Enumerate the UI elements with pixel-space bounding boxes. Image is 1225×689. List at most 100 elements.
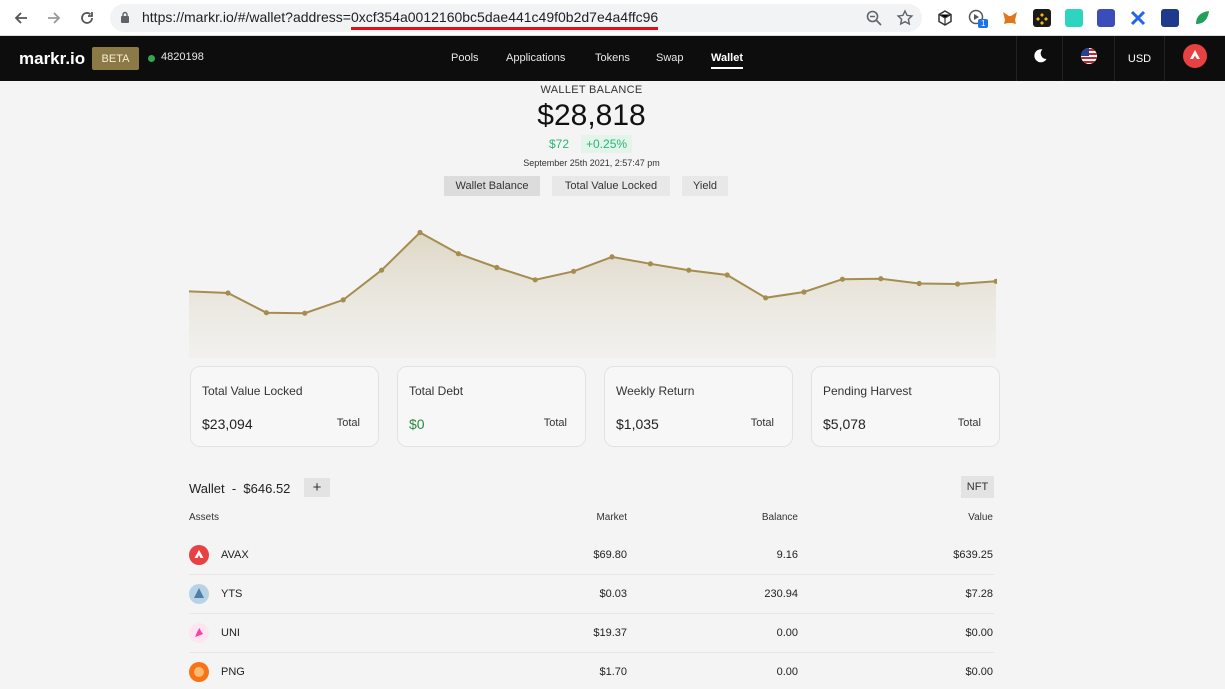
card-total-label: Total: [750, 417, 774, 429]
balance-timestamp: September 25th 2021, 2:57:47 pm: [523, 158, 660, 168]
chart-data-point[interactable]: [609, 254, 615, 260]
extension-cube-icon[interactable]: [936, 9, 954, 27]
asset-value: $639.25: [953, 549, 993, 561]
card-total-label: Total: [543, 417, 567, 429]
wallet-balance-value: $28,818: [537, 99, 646, 132]
currency-label: USD: [1127, 52, 1152, 65]
chart-data-point[interactable]: [340, 297, 346, 303]
chart-data-point[interactable]: [955, 281, 961, 287]
chart-data-point[interactable]: [916, 280, 922, 287]
card-value: $0: [409, 416, 425, 432]
column-header-value: Value: [968, 512, 993, 523]
chart-data-point[interactable]: [878, 276, 884, 282]
column-header-balance: Balance: [761, 512, 798, 523]
card-total-label: Total: [957, 417, 981, 429]
asset-value: $0.00: [965, 627, 993, 639]
card-pending-harvest: Pending Harvest $5,078 Total: [811, 366, 1000, 447]
nav-wallet[interactable]: Wallet: [711, 52, 743, 69]
chart-data-point[interactable]: [263, 310, 269, 316]
column-header-assets: Assets: [189, 512, 220, 523]
moon-icon: [1032, 48, 1048, 69]
asset-market: $19.37: [593, 627, 627, 639]
asset-name: AVAX: [221, 549, 249, 561]
url-wallet-address: 0xcf354a0012160bc5dae441c49f0b2d7e4a4ffc…: [350, 9, 659, 30]
nft-button[interactable]: NFT: [961, 476, 994, 498]
chart-data-point[interactable]: [417, 229, 423, 236]
nav-swap[interactable]: Swap: [656, 52, 684, 64]
chart-data-point[interactable]: [647, 261, 653, 267]
table-row[interactable]: AVAX $69.80 9.16 $639.25: [189, 536, 994, 575]
asset-name: PNG: [221, 666, 245, 678]
card-title: Total Debt: [409, 384, 464, 398]
chart-data-point[interactable]: [763, 295, 769, 301]
chart-data-point[interactable]: [494, 264, 500, 271]
yts-token-icon: [189, 584, 209, 604]
bookmark-star-icon[interactable]: [896, 9, 914, 27]
asset-market: $69.80: [593, 549, 627, 561]
chart-data-point[interactable]: [801, 289, 807, 295]
table-row[interactable]: YTS $0.03 230.94 $7.28: [189, 575, 994, 614]
binance-wallet-icon[interactable]: [1033, 9, 1051, 27]
chart-data-point[interactable]: [379, 267, 385, 273]
extension-fan-icon[interactable]: [1097, 9, 1115, 27]
url-text[interactable]: https://markr.io/#/wallet?address=0xcf35…: [142, 9, 659, 30]
nav-applications[interactable]: Applications: [506, 52, 565, 64]
back-arrow-icon[interactable]: [9, 6, 33, 30]
wallet-balance-label: WALLET BALANCE: [540, 84, 643, 96]
chart-data-point[interactable]: [225, 290, 231, 296]
address-bar[interactable]: https://markr.io/#/wallet?address=0xcf35…: [110, 4, 922, 32]
asset-value: $0.00: [965, 666, 993, 678]
tab-total-value-locked[interactable]: Total Value Locked: [552, 176, 670, 196]
chart-data-point[interactable]: [532, 277, 538, 283]
chart-data-point[interactable]: [571, 268, 577, 274]
chart-data-point[interactable]: [686, 267, 692, 273]
nav-tokens[interactable]: Tokens: [595, 52, 630, 64]
png-token-icon: [189, 662, 209, 682]
asset-name: UNI: [221, 627, 240, 639]
extension-cross-icon[interactable]: [1129, 9, 1147, 27]
column-header-market: Market: [596, 512, 627, 523]
lock-icon: [120, 11, 130, 29]
extension-grid-icon[interactable]: [1161, 9, 1179, 27]
card-title: Pending Harvest: [823, 384, 912, 398]
nav-pools[interactable]: Pools: [451, 52, 479, 64]
card-title: Weekly Return: [616, 384, 695, 398]
card-value: $1,035: [616, 416, 659, 432]
chart-data-point[interactable]: [455, 251, 461, 257]
asset-market: $1.70: [599, 666, 627, 678]
chart-data-point[interactable]: [724, 272, 730, 278]
asset-balance: 9.16: [776, 549, 798, 561]
url-prefix: https://markr.io/#/wallet?address=: [142, 9, 351, 25]
extension-leaf-icon[interactable]: [1193, 9, 1211, 27]
us-flag-icon: [1080, 47, 1098, 70]
block-number: 4820198: [161, 51, 204, 63]
reload-icon[interactable]: [75, 6, 99, 30]
dark-mode-toggle[interactable]: [1016, 36, 1062, 81]
card-value: $23,094: [202, 416, 253, 432]
extension-teal-icon[interactable]: [1065, 9, 1083, 27]
balance-change-percent: +0.25%: [581, 135, 633, 153]
wallet-section-title: Wallet - $646.52: [189, 481, 291, 496]
metamask-fox-icon[interactable]: [1001, 9, 1019, 27]
browser-toolbar: https://markr.io/#/wallet?address=0xcf35…: [0, 0, 1225, 36]
forward-arrow-icon[interactable]: [42, 6, 66, 30]
avalanche-icon: [1183, 44, 1207, 73]
site-logo[interactable]: markr.io: [19, 49, 85, 69]
table-row[interactable]: PNG $1.70 0.00 $0.00: [189, 653, 994, 689]
zoom-icon[interactable]: [865, 9, 883, 27]
card-value: $5,078: [823, 416, 866, 432]
add-wallet-button[interactable]: +: [304, 478, 330, 497]
tab-wallet-balance[interactable]: Wallet Balance: [444, 176, 540, 196]
currency-selector[interactable]: USD: [1114, 36, 1164, 81]
chart-area-fill: [189, 232, 996, 358]
network-selector[interactable]: [1164, 36, 1225, 81]
table-row[interactable]: UNI $19.37 0.00 $0.00: [189, 614, 994, 653]
language-selector[interactable]: [1062, 36, 1114, 81]
chart-data-point[interactable]: [302, 310, 308, 316]
card-total-label: Total: [336, 417, 360, 429]
asset-market: $0.03: [599, 588, 627, 600]
extension-play-icon[interactable]: 1: [968, 9, 989, 28]
chart-data-point[interactable]: [839, 276, 846, 282]
tab-yield[interactable]: Yield: [682, 176, 728, 196]
card-weekly-return: Weekly Return $1,035 Total: [604, 366, 793, 447]
